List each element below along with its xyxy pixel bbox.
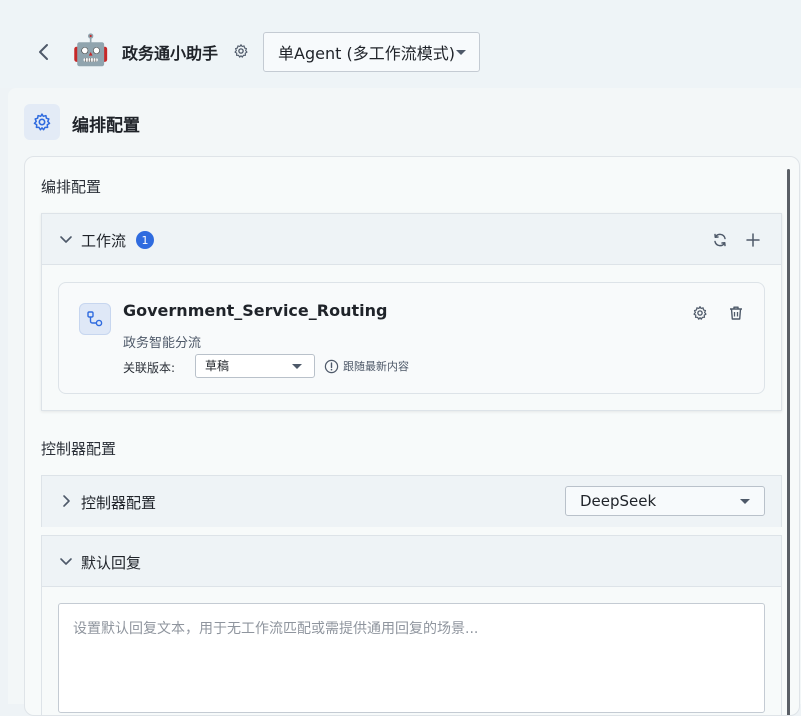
- info-circle-icon: [324, 359, 339, 373]
- orchestration-card: 编排配置 工作流 1 Government_Service_Routing 政务…: [24, 156, 800, 716]
- workflow-panel-title: 工作流: [81, 232, 127, 250]
- workflow-panel: 工作流 1 Government_Service_Routing 政务智能分流 …: [41, 213, 782, 411]
- default-reply-textarea[interactable]: [58, 603, 765, 713]
- add-workflow-button[interactable]: [743, 230, 763, 250]
- section-title: 编排配置: [72, 116, 140, 136]
- chevron-right-icon[interactable]: [58, 493, 74, 509]
- model-select[interactable]: DeepSeek: [565, 486, 765, 516]
- default-reply-panel: 默认回复: [41, 535, 782, 715]
- refresh-button[interactable]: [710, 230, 730, 250]
- workflow-count-badge: 1: [136, 231, 154, 249]
- workflow-graph-icon: [87, 311, 103, 327]
- gear-icon[interactable]: [233, 43, 249, 59]
- section-gear-icon-box: [24, 104, 60, 140]
- orchestration-group-label: 编排配置: [41, 178, 102, 196]
- robot-icon: 🤖: [72, 33, 110, 68]
- version-select[interactable]: 草稿: [195, 354, 315, 378]
- refresh-icon: [714, 233, 726, 247]
- follow-latest-text: 跟随最新内容: [343, 360, 409, 373]
- gear-icon: [693, 306, 707, 320]
- workflow-icon: [79, 303, 111, 335]
- chevron-down-icon[interactable]: [58, 553, 74, 569]
- default-reply-title: 默认回复: [81, 554, 142, 572]
- back-button[interactable]: [32, 38, 56, 66]
- plus-icon: [746, 233, 760, 247]
- chevron-left-icon: [39, 44, 48, 60]
- trash-icon: [730, 306, 742, 320]
- scrollbar[interactable]: [787, 169, 790, 715]
- controller-panel: 控制器配置 DeepSeek: [41, 475, 782, 527]
- controller-panel-title: 控制器配置: [81, 494, 157, 512]
- gear-icon: [33, 113, 51, 131]
- version-label: 关联版本:: [123, 361, 176, 375]
- workflow-panel-header[interactable]: 工作流 1: [42, 214, 781, 265]
- mode-select[interactable]: 单Agent (多工作流模式): [263, 32, 480, 72]
- chevron-down-icon: [740, 499, 750, 504]
- workflow-delete-button[interactable]: [727, 304, 745, 322]
- app-title: 政务通小助手: [122, 44, 219, 63]
- workflow-name[interactable]: Government_Service_Routing: [123, 301, 387, 320]
- mode-select-value: 单Agent (多工作流模式): [278, 44, 455, 63]
- config-panel: 编排配置 编排配置 工作流 1 Government_Service_Routi…: [8, 88, 801, 716]
- version-select-value: 草稿: [205, 359, 230, 373]
- top-bar: 🤖 政务通小助手 单Agent (多工作流模式): [0, 0, 801, 88]
- workflow-item: Government_Service_Routing 政务智能分流 关联版本: …: [58, 282, 765, 394]
- controller-group-label: 控制器配置: [41, 440, 117, 458]
- chevron-down-icon[interactable]: [58, 231, 74, 247]
- workflow-description: 政务智能分流: [123, 336, 202, 351]
- model-select-value: DeepSeek: [580, 492, 657, 510]
- follow-latest-hint: 跟随最新内容: [324, 358, 409, 374]
- controller-panel-header[interactable]: 控制器配置 DeepSeek: [42, 476, 781, 527]
- default-reply-panel-header[interactable]: 默认回复: [42, 536, 781, 587]
- chevron-down-icon: [292, 364, 302, 369]
- workflow-settings-button[interactable]: [691, 304, 709, 322]
- chevron-down-icon: [456, 50, 466, 55]
